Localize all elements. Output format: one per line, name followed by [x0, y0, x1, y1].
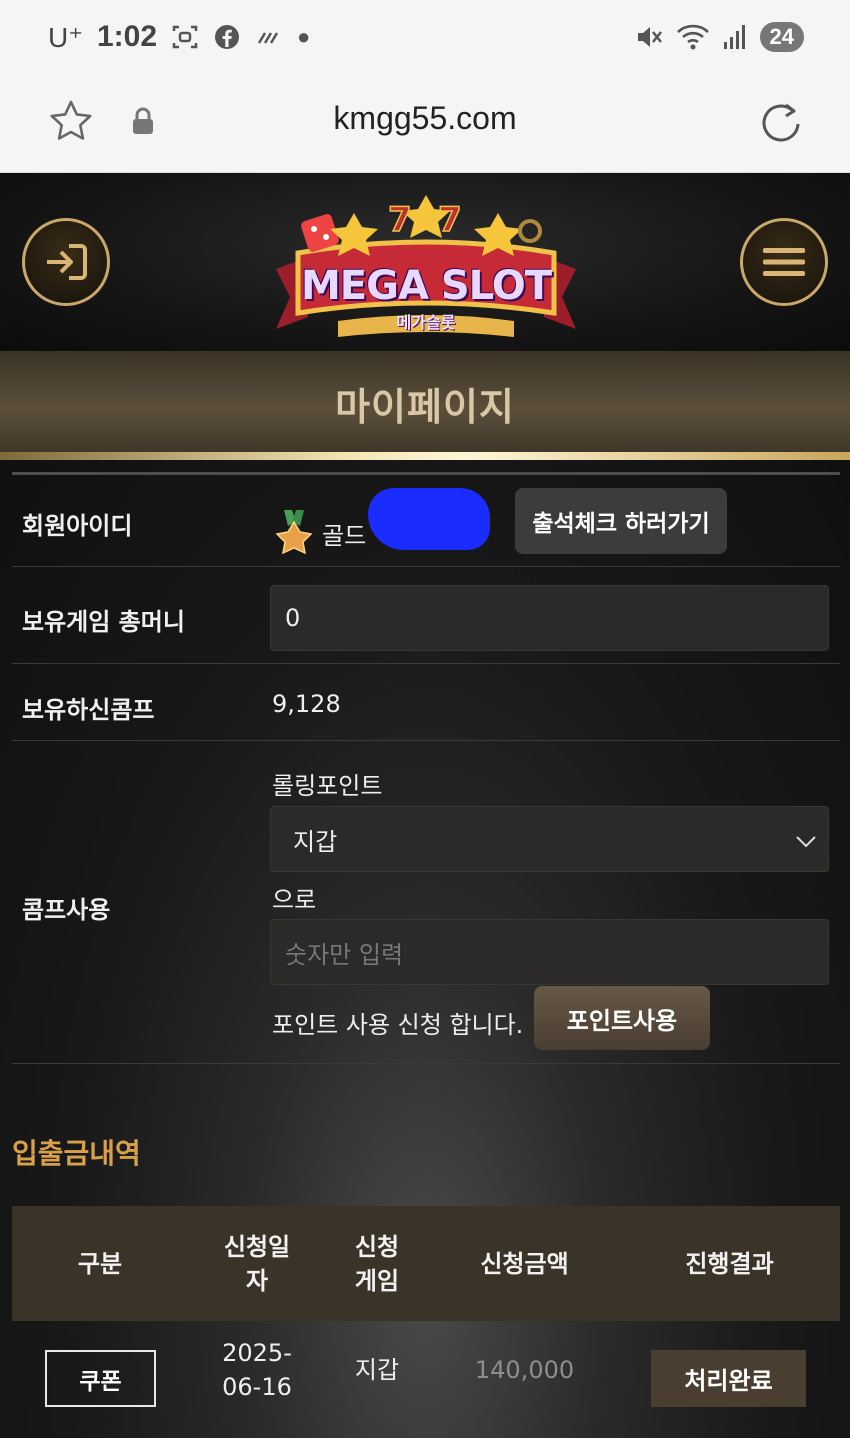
chevron-down-icon: [796, 836, 816, 848]
browser-address-bar: kmgg55.com: [0, 80, 850, 173]
status-badge: 처리완료: [651, 1350, 806, 1407]
apply-text: 포인트 사용 신청 합니다.: [272, 1011, 524, 1039]
page-title: 마이페이지: [335, 385, 515, 429]
carrier-label: U⁺: [48, 21, 83, 53]
mypage-content: 회원아이디 골드 출석체크 하러가기 보유게임 총머니 0 보유하신콤프 9,1…: [0, 460, 850, 1438]
rolling-point-label: 롤링포인트: [272, 772, 383, 800]
column-header: 신청금액: [480, 1249, 569, 1278]
clock: 1:02: [97, 20, 158, 53]
request-date: 2025- 06-16: [222, 1339, 292, 1401]
request-amount: 140,000: [474, 1356, 575, 1384]
facebook-icon: [215, 25, 240, 49]
login-button[interactable]: [22, 218, 110, 306]
wifi-icon: [676, 24, 709, 50]
use-point-button[interactable]: 포인트사용: [534, 986, 710, 1050]
logo-text: MEGA SLOT: [300, 263, 552, 309]
title-divider: [0, 452, 850, 460]
status-bar: U⁺ 1:02 ● 24: [0, 0, 850, 80]
history-title: 입출금내역: [12, 1137, 141, 1170]
redaction-mark-lower: [400, 518, 480, 550]
request-game: 지갑: [354, 1356, 400, 1384]
game-money-label: 보유게임 총머니: [22, 608, 185, 636]
point-amount-input[interactable]: 숫자만 입력: [270, 919, 829, 985]
login-icon: [47, 244, 87, 280]
battery-indicator: 24: [759, 22, 804, 52]
comp-label: 보유하신콤프: [22, 696, 155, 724]
hamburger-icon: [763, 248, 805, 276]
wallet-select[interactable]: 지갑: [270, 806, 829, 872]
attendance-check-button[interactable]: 출석체크 하러가기: [515, 488, 727, 554]
row-divider: [12, 566, 840, 567]
to-label: 으로: [272, 886, 317, 914]
dot-icon: ●: [297, 24, 311, 49]
comp-value: 9,128: [272, 690, 341, 718]
member-grade: 골드: [322, 522, 367, 550]
game-money-field: 0: [270, 585, 829, 651]
site-header: 7 7 MEGA SLOT 메가슬롯: [0, 173, 850, 351]
mute-icon: [637, 27, 662, 47]
url-text[interactable]: kmgg55.com: [0, 100, 850, 137]
column-header: 진행결과: [685, 1249, 774, 1278]
svg-text:7: 7: [438, 200, 462, 240]
screenshot-icon: [172, 25, 198, 49]
type-badge: 쿠폰: [45, 1350, 156, 1407]
row-divider: [12, 740, 840, 741]
svg-text:7: 7: [388, 200, 412, 240]
wallet-select-value: 지갑: [293, 827, 338, 856]
column-header: 신청 게임: [354, 1232, 400, 1295]
history-table-header: 구분 신청일 자 신청 게임 신청금액 진행결과: [12, 1206, 840, 1321]
signal-icon: [723, 25, 745, 49]
data-icon: [257, 32, 279, 44]
row-divider: [12, 1063, 840, 1064]
column-header: 신청일 자: [223, 1232, 291, 1295]
logo-subtext: 메가슬롯: [396, 313, 456, 332]
row-divider: [12, 663, 840, 664]
member-id-label: 회원아이디: [22, 512, 133, 540]
menu-button[interactable]: [740, 218, 828, 306]
column-header: 구분: [77, 1249, 123, 1278]
site-logo[interactable]: 7 7 MEGA SLOT 메가슬롯: [268, 191, 584, 341]
reload-icon[interactable]: [758, 100, 804, 146]
gold-medal-icon: [275, 510, 313, 555]
form-divider: [12, 472, 840, 475]
comp-use-label: 콤프사용: [22, 896, 111, 924]
page-title-band: 마이페이지: [0, 351, 850, 456]
